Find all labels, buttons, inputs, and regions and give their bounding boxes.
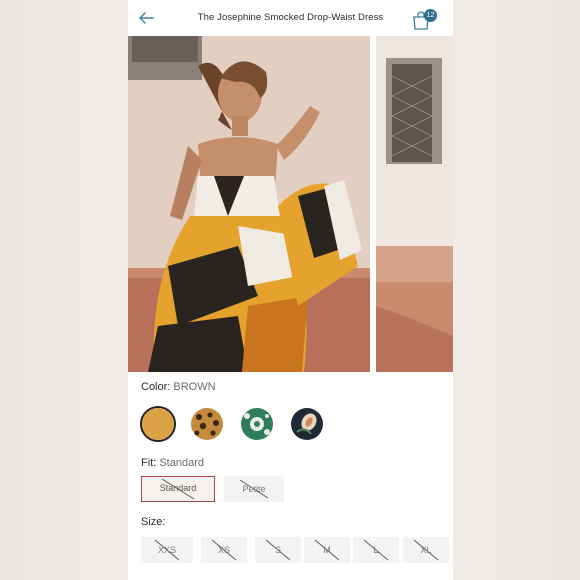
fit-standard-label: Standard xyxy=(159,483,197,493)
color-swatch-green-floral[interactable] xyxy=(241,408,273,440)
arrow-left-icon xyxy=(139,12,154,24)
top-bar: The Josephine Smocked Drop-Waist Dress 1… xyxy=(128,0,453,36)
size-option-xl[interactable]: XL xyxy=(403,537,449,563)
fit-option-petite[interactable]: Petite xyxy=(224,476,284,502)
size-option-xxs[interactable]: XXS xyxy=(141,537,193,563)
size-option-s[interactable]: S xyxy=(255,537,301,563)
size-option-m[interactable]: M xyxy=(304,537,350,563)
navy-floral-pattern-icon xyxy=(296,413,317,435)
size-xxs-label: XXS xyxy=(157,545,176,555)
product-photo-main[interactable] xyxy=(128,36,370,372)
color-value: BROWN xyxy=(173,381,216,393)
size-option-label: Size: xyxy=(141,516,165,528)
size-l-label: L xyxy=(373,545,379,555)
fit-option-label: Fit: Standard xyxy=(141,457,204,469)
doorway-photo-image xyxy=(376,36,453,372)
product-screen: The Josephine Smocked Drop-Waist Dress 1… xyxy=(128,0,453,580)
cart-count-badge: 12 xyxy=(424,9,437,22)
fit-label: Fit: xyxy=(141,457,157,469)
product-photo-secondary[interactable] xyxy=(376,36,453,372)
product-image-gallery[interactable] xyxy=(128,36,453,372)
back-button[interactable] xyxy=(136,8,156,28)
page-title: The Josephine Smocked Drop-Waist Dress xyxy=(197,12,384,23)
size-option-l[interactable]: L xyxy=(353,537,399,563)
color-option-label: Color: BROWN xyxy=(141,381,216,393)
size-s-label: S xyxy=(274,545,281,555)
model-photo-image xyxy=(128,36,370,372)
color-swatch-leopard[interactable] xyxy=(191,408,223,440)
color-swatch-navy-floral[interactable] xyxy=(291,408,323,440)
size-xs-label: XS xyxy=(217,545,230,555)
size-option-xs[interactable]: XS xyxy=(201,537,247,563)
color-label: Color: xyxy=(141,381,171,393)
size-m-label: M xyxy=(323,545,331,555)
size-label: Size: xyxy=(141,516,166,528)
green-floral-pattern-icon xyxy=(244,413,270,435)
color-swatch-brown[interactable] xyxy=(142,408,174,440)
fit-value: Standard xyxy=(159,457,204,469)
fit-petite-label: Petite xyxy=(242,484,266,494)
leopard-pattern-icon xyxy=(194,412,219,436)
size-xl-label: XL xyxy=(420,545,432,555)
fit-option-standard[interactable]: Standard xyxy=(141,476,215,502)
